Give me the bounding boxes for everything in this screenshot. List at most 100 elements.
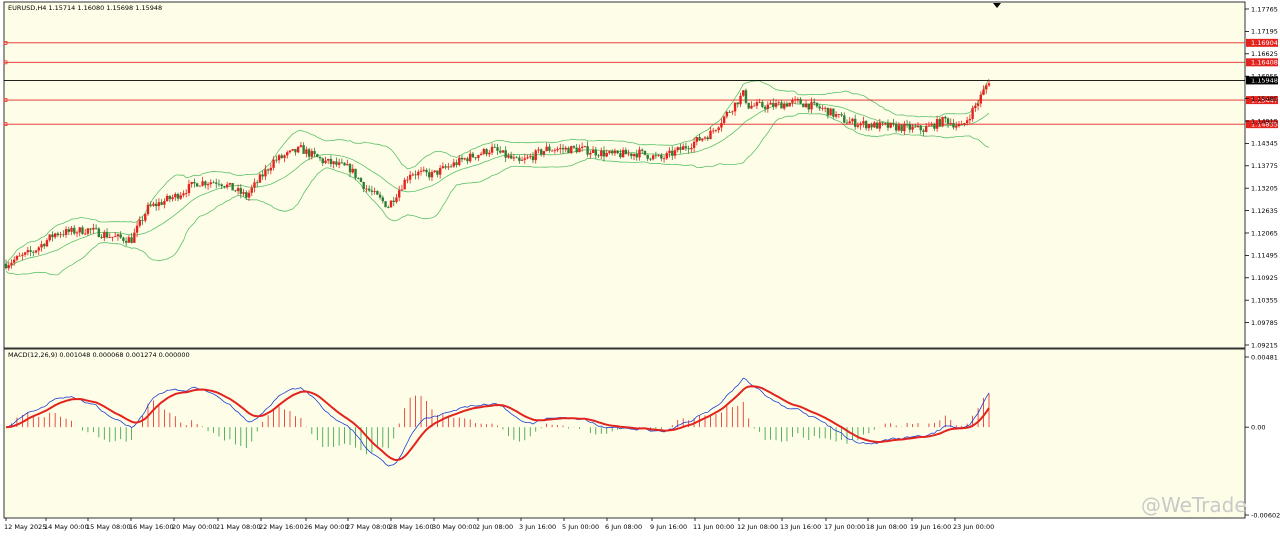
candle-body bbox=[826, 107, 830, 116]
candle-body bbox=[296, 146, 300, 153]
candle-body bbox=[638, 149, 641, 158]
macd-title: MACD(12,26,9) 0.001048 0.000068 0.001274… bbox=[8, 351, 190, 359]
candle-body bbox=[373, 191, 376, 192]
watermark-text: @WeTrade bbox=[1141, 493, 1247, 517]
candle-body bbox=[21, 254, 24, 256]
candle-body bbox=[766, 104, 770, 109]
time-tick-label: 21 May 08:00 bbox=[216, 523, 261, 531]
candle-body bbox=[127, 237, 131, 243]
candle-body bbox=[641, 149, 644, 151]
price-tick-label: 1.17195 bbox=[1251, 28, 1278, 36]
candle-body bbox=[837, 114, 841, 115]
candle-body bbox=[362, 182, 365, 190]
candle-body bbox=[709, 130, 712, 140]
candle-body bbox=[329, 158, 333, 165]
candle-body bbox=[428, 172, 431, 178]
candle-body bbox=[389, 200, 393, 208]
candle-body bbox=[477, 155, 480, 158]
candle-body bbox=[351, 168, 354, 173]
candle-body bbox=[911, 126, 914, 130]
candle-body bbox=[359, 178, 363, 183]
candle-body bbox=[646, 154, 649, 159]
candle-body bbox=[313, 151, 316, 155]
candle-body bbox=[529, 156, 532, 158]
candle-body bbox=[458, 157, 461, 165]
candle-body bbox=[509, 155, 513, 159]
candle-body bbox=[635, 153, 638, 158]
candle-body bbox=[40, 244, 43, 248]
candle-body bbox=[706, 137, 709, 140]
time-tick-label: 9 Jun 16:00 bbox=[650, 523, 687, 531]
candle-body bbox=[346, 164, 349, 166]
candle-body bbox=[758, 102, 761, 103]
candle-body bbox=[239, 188, 243, 194]
candle-body bbox=[441, 166, 445, 169]
candle-body bbox=[987, 83, 991, 86]
candle-body bbox=[291, 148, 294, 151]
candle-body bbox=[294, 148, 297, 153]
candle-body bbox=[37, 247, 40, 251]
price-tick-label: 1.14345 bbox=[1251, 140, 1278, 148]
candle-body bbox=[862, 121, 865, 124]
candle-body bbox=[332, 161, 335, 165]
candle-body bbox=[220, 184, 223, 187]
main-pane-background bbox=[4, 2, 1245, 348]
candle-body bbox=[884, 123, 887, 124]
candle-body bbox=[537, 149, 540, 151]
candle-body bbox=[701, 138, 704, 141]
candle-body bbox=[258, 174, 262, 183]
candle-body bbox=[968, 118, 972, 121]
candle-body bbox=[507, 155, 510, 158]
time-tick-label: 14 May 00:00 bbox=[44, 523, 89, 531]
candle-body bbox=[168, 195, 172, 200]
candle-body bbox=[793, 99, 797, 101]
level-price-label: 1.16408 bbox=[1251, 59, 1278, 67]
candle-body bbox=[190, 181, 193, 185]
candle-body bbox=[834, 114, 838, 117]
candle-body bbox=[452, 162, 456, 167]
price-tick-label: 1.13205 bbox=[1251, 185, 1278, 193]
candle-body bbox=[570, 146, 573, 153]
candle-body bbox=[892, 122, 895, 124]
candle-body bbox=[668, 150, 671, 154]
candle-body bbox=[256, 182, 259, 184]
candle-body bbox=[848, 121, 851, 124]
level-price-label: 1.16904 bbox=[1251, 39, 1278, 47]
candle-body bbox=[774, 103, 778, 107]
candle-body bbox=[108, 237, 111, 238]
candle-body bbox=[564, 147, 567, 150]
time-tick-label: 12 May 2025 bbox=[4, 523, 46, 531]
candle-body bbox=[468, 153, 472, 162]
candle-body bbox=[247, 192, 251, 198]
candle-body bbox=[802, 103, 805, 108]
candle-body bbox=[280, 155, 283, 158]
macd-tick-label: 0.00 bbox=[1251, 423, 1265, 431]
candle-body bbox=[539, 149, 543, 155]
candle-body bbox=[81, 227, 84, 234]
candle-body bbox=[32, 251, 35, 253]
candle-body bbox=[223, 186, 226, 188]
candle-body bbox=[135, 225, 139, 233]
candle-body bbox=[490, 146, 494, 153]
candle-body bbox=[578, 148, 581, 153]
candle-body bbox=[215, 182, 218, 184]
candle-body bbox=[894, 123, 898, 131]
candle-body bbox=[209, 182, 212, 185]
candle-body bbox=[485, 149, 488, 155]
candle-body bbox=[908, 124, 912, 130]
price-tick-label: 1.10925 bbox=[1251, 274, 1278, 282]
candle-body bbox=[305, 149, 308, 154]
candle-body bbox=[985, 85, 988, 90]
candle-body bbox=[488, 152, 491, 155]
price-chart-svg[interactable]: 1.169041.164081.154471.148351.15948 1.17… bbox=[0, 0, 1280, 536]
candle-body bbox=[979, 94, 983, 104]
candle-body bbox=[466, 158, 469, 162]
candle-body bbox=[501, 150, 505, 153]
candle-body bbox=[515, 157, 518, 159]
price-tick-label: 1.16055 bbox=[1251, 73, 1278, 81]
candle-body bbox=[597, 155, 600, 157]
candle-body bbox=[750, 105, 753, 109]
candle-body bbox=[897, 125, 901, 131]
candle-body bbox=[919, 125, 922, 131]
candle-body bbox=[97, 228, 101, 238]
